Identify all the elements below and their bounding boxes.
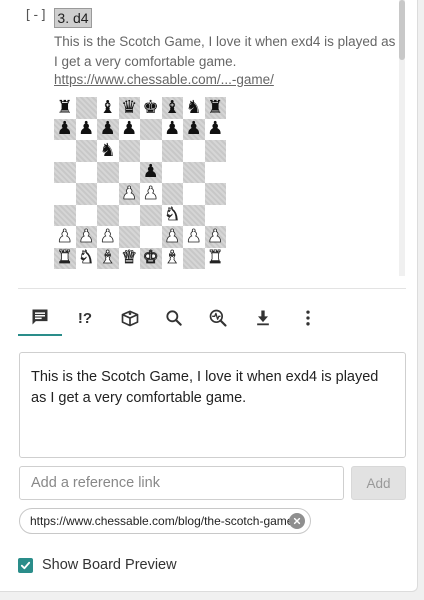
white-knight-icon: ♞ (161, 204, 183, 226)
reference-chip-url[interactable]: https://www.chessable.com/blog/the-scotc… (30, 514, 297, 528)
comment-editor[interactable]: This is the Scotch Game, I love it when … (19, 352, 406, 458)
move-badge[interactable]: 3. d4 (54, 8, 92, 28)
engine-analysis-icon (209, 309, 227, 327)
remove-reference-button[interactable] (289, 513, 305, 529)
board-square (204, 161, 226, 183)
board-square (140, 204, 162, 226)
board-square (183, 204, 205, 226)
scrollbar[interactable] (399, 0, 405, 276)
more-options-button[interactable] (286, 300, 330, 336)
comment-icon (32, 309, 48, 325)
board-square (183, 140, 205, 162)
board-square (54, 140, 76, 162)
lesson-book-button[interactable] (108, 300, 152, 336)
board-square (75, 140, 97, 162)
annotation-symbol-button[interactable]: !? (63, 300, 107, 336)
white-king-icon: ♚ (140, 247, 162, 269)
black-bishop-icon: ♝ (97, 97, 119, 119)
black-rook-icon: ♜ (54, 97, 76, 119)
editor-toolbar: !? (18, 300, 406, 338)
board-square (140, 140, 162, 162)
collapse-toggle[interactable]: [-] (24, 8, 47, 23)
board-square (75, 204, 97, 226)
white-pawn-icon: ♟ (204, 226, 226, 248)
black-pawn-icon: ♟ (75, 118, 97, 140)
black-rook-icon: ♜ (204, 97, 226, 119)
black-pawn-icon: ♟ (161, 118, 183, 140)
board-square (161, 161, 183, 183)
black-pawn-icon: ♟ (54, 118, 76, 140)
download-icon (257, 310, 269, 326)
white-pawn-icon: ♟ (75, 226, 97, 248)
board-square (204, 204, 226, 226)
board-square (161, 183, 183, 205)
move-comment: This is the Scotch Game, I love it when … (54, 34, 396, 69)
black-pawn-icon: ♟ (183, 118, 205, 140)
black-pawn-icon: ♟ (140, 161, 162, 183)
black-knight-icon: ♞ (183, 97, 205, 119)
search-icon (166, 310, 182, 326)
white-pawn-icon: ♟ (54, 226, 76, 248)
white-rook-icon: ♜ (204, 247, 226, 269)
annotation-panel: [-] 3. d4 This is the Scotch Game, I lov… (0, 0, 418, 592)
white-rook-icon: ♜ (54, 247, 76, 269)
board-square (140, 226, 162, 248)
board-square (118, 140, 140, 162)
board-square (161, 140, 183, 162)
search-button[interactable] (152, 300, 196, 336)
black-pawn-icon: ♟ (97, 118, 119, 140)
lesson-book-icon (121, 310, 139, 327)
engine-analysis-button[interactable] (196, 300, 240, 336)
board-square (183, 183, 205, 205)
board-square (204, 183, 226, 205)
scrollbar-thumb[interactable] (399, 0, 405, 60)
board-square (97, 161, 119, 183)
reference-link-input[interactable] (19, 466, 344, 500)
board-preview: ♜ ♝ ♛ ♚ ♝ ♞ ♜ ♟ ♟ ♟ ♟ ♟ ♟ ♟ ♞ ♟ ♟ ♟ ♞ ♟ ♟ ♟ ♟ ♟ ♟ ♜ ♞ ♝ ♛ ♚ ♝ ♜ (54, 97, 226, 269)
board-square (183, 247, 205, 269)
board-square (54, 161, 76, 183)
white-queen-icon: ♛ (118, 247, 140, 269)
download-button[interactable] (241, 300, 285, 336)
board-square (97, 204, 119, 226)
board-square (118, 161, 140, 183)
show-board-preview-row: Show Board Preview (18, 556, 177, 574)
more-vertical-icon (306, 310, 310, 326)
annotation-symbol-icon: !? (77, 309, 93, 327)
white-pawn-icon: ♟ (183, 226, 205, 248)
black-pawn-icon: ♟ (118, 118, 140, 140)
white-pawn-icon: ♟ (97, 226, 119, 248)
white-pawn-icon: ♟ (161, 226, 183, 248)
white-knight-icon: ♞ (75, 247, 97, 269)
add-reference-button[interactable]: Add (351, 466, 406, 500)
board-square (118, 204, 140, 226)
board-square (183, 161, 205, 183)
divider (18, 288, 406, 289)
black-knight-icon: ♞ (97, 140, 119, 162)
board-square (97, 183, 119, 205)
board-square (75, 161, 97, 183)
reference-link[interactable]: https://www.chessable.com/...-game/ (54, 72, 274, 87)
white-bishop-icon: ♝ (161, 247, 183, 269)
checkmark-icon (20, 561, 31, 569)
reference-chip: https://www.chessable.com/blog/the-scotc… (19, 508, 311, 534)
white-pawn-icon: ♟ (118, 183, 140, 205)
white-bishop-icon: ♝ (97, 247, 119, 269)
board-square (118, 226, 140, 248)
board-square (54, 183, 76, 205)
comment-tab[interactable] (18, 300, 62, 336)
black-queen-icon: ♛ (118, 97, 140, 119)
show-board-preview-checkbox[interactable] (18, 557, 33, 573)
board-square (54, 204, 76, 226)
board-square (75, 97, 97, 119)
board-square (204, 140, 226, 162)
show-board-preview-label: Show Board Preview (42, 557, 177, 573)
black-bishop-icon: ♝ (161, 97, 183, 119)
close-icon (293, 517, 301, 525)
board-square (140, 118, 162, 140)
black-pawn-icon: ♟ (204, 118, 226, 140)
board-square (75, 183, 97, 205)
black-king-icon: ♚ (140, 97, 162, 119)
white-pawn-icon: ♟ (140, 183, 162, 205)
